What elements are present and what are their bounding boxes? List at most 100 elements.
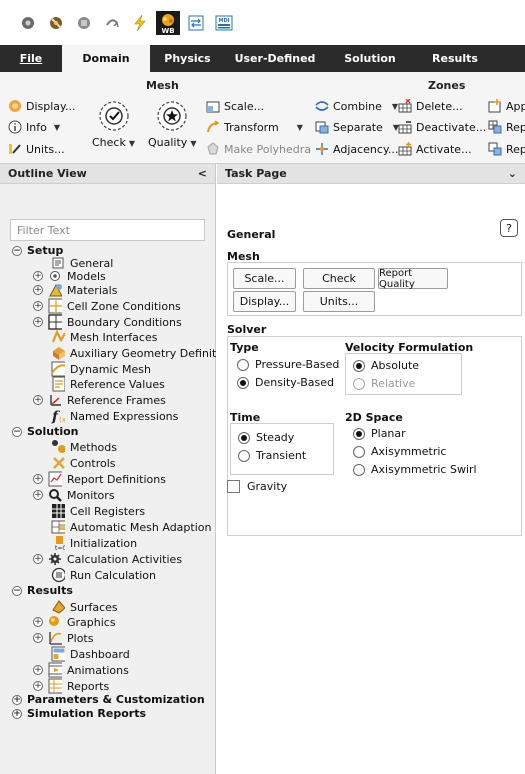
workbench-icon[interactable]: WB — [154, 9, 182, 37]
display-button[interactable]: Display... — [233, 291, 296, 312]
gravity-checkbox[interactable]: Gravity — [227, 480, 287, 493]
planar-radio[interactable]: Planar — [353, 427, 406, 440]
print-icon[interactable] — [70, 9, 98, 37]
collapse-icon[interactable]: − — [12, 245, 22, 256]
tree-item-simulation-reports[interactable]: + Simulation Reports — [12, 707, 146, 720]
axisymmetric-radio[interactable]: Axisymmetric — [353, 445, 446, 458]
expand-icon[interactable]: + — [33, 665, 43, 675]
planar-dot — [353, 427, 365, 440]
undo-icon[interactable] — [98, 9, 126, 37]
relative-radio[interactable]: Relative — [353, 377, 415, 390]
check-mesh-button[interactable]: Check ▼ — [92, 100, 135, 149]
expand-icon[interactable]: + — [33, 633, 43, 643]
converter-icon[interactable] — [182, 9, 210, 37]
expand-icon[interactable]: + — [33, 301, 43, 311]
tree-item-boundary-conditions[interactable]: + Boundary Conditions — [33, 314, 182, 330]
lightning-icon[interactable] — [126, 9, 154, 37]
expand-icon[interactable]: + — [33, 490, 43, 500]
save-icon[interactable] — [42, 9, 70, 37]
expand-icon[interactable]: + — [12, 694, 22, 705]
tree-item-initialization[interactable]: t=0 Initialization — [51, 536, 137, 551]
tree-item-cell-zone-conditions[interactable]: + Cell Zone Conditions — [33, 298, 181, 314]
delete-zone-button[interactable]: Delete... — [398, 99, 463, 113]
tree-item-plots[interactable]: + Plots — [33, 631, 93, 645]
expand-icon[interactable]: + — [12, 708, 22, 719]
tree-item-reference-values[interactable]: Reference Values — [51, 376, 165, 392]
tree-item-automatic-mesh-adaption[interactable]: Automatic Mesh Adaption — [51, 520, 211, 534]
pressure-based-radio[interactable]: Pressure-Based — [237, 358, 339, 371]
tree-item-graphics[interactable]: + Graphics — [33, 615, 116, 629]
tree-item-surfaces[interactable]: Surfaces — [51, 600, 118, 614]
tree-item-general[interactable]: General — [51, 256, 113, 270]
replace-zone-button[interactable]: Repl — [488, 142, 525, 156]
expand-icon[interactable]: + — [33, 285, 43, 295]
tree-item-controls[interactable]: Controls — [51, 456, 116, 470]
tab-domain[interactable]: Domain — [62, 45, 150, 72]
combine-button[interactable]: Combine ▼ — [315, 99, 398, 113]
tree-item-mesh-interfaces[interactable]: Mesh Interfaces — [51, 329, 157, 344]
tab-physics[interactable]: Physics — [150, 45, 225, 72]
expand-icon[interactable]: + — [33, 617, 43, 627]
expand-icon[interactable]: + — [33, 395, 43, 405]
activate-zone-button[interactable]: Activate... — [398, 142, 472, 156]
axisymmetric-swirl-radio[interactable]: Axisymmetric Swirl — [353, 463, 477, 476]
separate-button[interactable]: Separate ▼ — [315, 120, 399, 134]
scale-button[interactable]: Scale... — [233, 268, 296, 289]
append-button[interactable]: Appe — [488, 99, 525, 113]
collapse-outline-button[interactable]: < — [198, 167, 207, 180]
collapse-icon[interactable]: − — [12, 426, 22, 437]
tree-item-dynamic-mesh[interactable]: Dynamic Mesh — [51, 361, 151, 377]
tree-item-monitors[interactable]: + Monitors — [33, 488, 115, 502]
deactivate-zone-button[interactable]: Deactivate... — [398, 120, 486, 134]
density-based-radio[interactable]: Density-Based — [237, 376, 334, 389]
transient-radio[interactable]: Transient — [238, 449, 306, 462]
expand-icon[interactable]: + — [33, 554, 43, 564]
help-button[interactable]: ? — [500, 219, 518, 237]
units-button[interactable]: Units... — [303, 291, 375, 312]
transform-button[interactable]: Transform ▼ — [206, 120, 303, 134]
task-page-menu-button[interactable]: ⌄ — [508, 167, 517, 180]
expand-icon[interactable]: + — [33, 317, 43, 327]
steady-radio[interactable]: Steady — [238, 431, 294, 444]
tree-item-auxiliary-geometry-definitions[interactable]: Auxiliary Geometry Definitions — [51, 346, 239, 360]
mesh-units-button[interactable]: Units... — [8, 142, 65, 156]
report-quality-button[interactable]: Report Quality — [378, 268, 448, 290]
expand-icon[interactable]: + — [33, 271, 43, 281]
tree-item-methods[interactable]: Methods — [51, 440, 117, 454]
quality-button[interactable]: Quality ▼ — [148, 100, 196, 149]
expand-icon[interactable]: + — [33, 474, 43, 484]
tab-file[interactable]: File — [0, 45, 62, 72]
tree-item-reference-frames[interactable]: + Reference Frames — [33, 393, 166, 407]
tree-item-reports[interactable]: + Reports — [33, 678, 109, 694]
tree-item-calculation-activities[interactable]: + Calculation Activities — [33, 552, 182, 566]
tree-item-animations[interactable]: + Animations — [33, 662, 129, 678]
mdi-icon[interactable]: MDI — [210, 9, 238, 37]
tree-item-dashboard[interactable]: Dashboard — [51, 646, 130, 662]
controls-icon — [51, 456, 65, 470]
time-group: Steady Transient — [230, 423, 334, 475]
tree-item-solution[interactable]: − Solution — [12, 425, 79, 438]
tree-item-results[interactable]: − Results — [12, 584, 73, 597]
make-polyhedra-button[interactable]: Make Polyhedra — [206, 142, 311, 156]
tree-item-models[interactable]: + Models — [33, 269, 106, 283]
expand-icon[interactable]: + — [33, 681, 43, 691]
info-button[interactable]: Info ▼ — [8, 120, 60, 134]
tab-results[interactable]: Results — [415, 45, 495, 72]
absolute-radio[interactable]: Absolute — [353, 359, 419, 372]
tree-item-cell-registers[interactable]: Cell Registers — [51, 504, 145, 518]
adjacency-button[interactable]: Adjacency... — [315, 142, 398, 156]
replace-mesh-button[interactable]: Repl — [488, 120, 525, 134]
tab-solution[interactable]: Solution — [325, 45, 415, 72]
tab-user-defined[interactable]: User-Defined — [225, 45, 325, 72]
scale-mesh-button[interactable]: Scale... — [206, 99, 264, 113]
tree-item-run-calculation[interactable]: Run Calculation — [51, 567, 156, 583]
collapse-icon[interactable]: − — [12, 585, 22, 596]
tree-item-named-expressions[interactable]: f(x) Named Expressions — [51, 409, 178, 424]
tree-item-materials[interactable]: + Materials — [33, 283, 117, 297]
filter-text-input[interactable] — [10, 219, 205, 241]
tree-item-report-definitions[interactable]: + Report Definitions — [33, 471, 166, 487]
tree-item-parameters-and-customization[interactable]: + Parameters & Customization — [12, 693, 205, 706]
display-mesh-button[interactable]: Display... — [8, 99, 75, 113]
open-icon[interactable] — [14, 9, 42, 37]
check-button[interactable]: Check — [303, 268, 375, 289]
